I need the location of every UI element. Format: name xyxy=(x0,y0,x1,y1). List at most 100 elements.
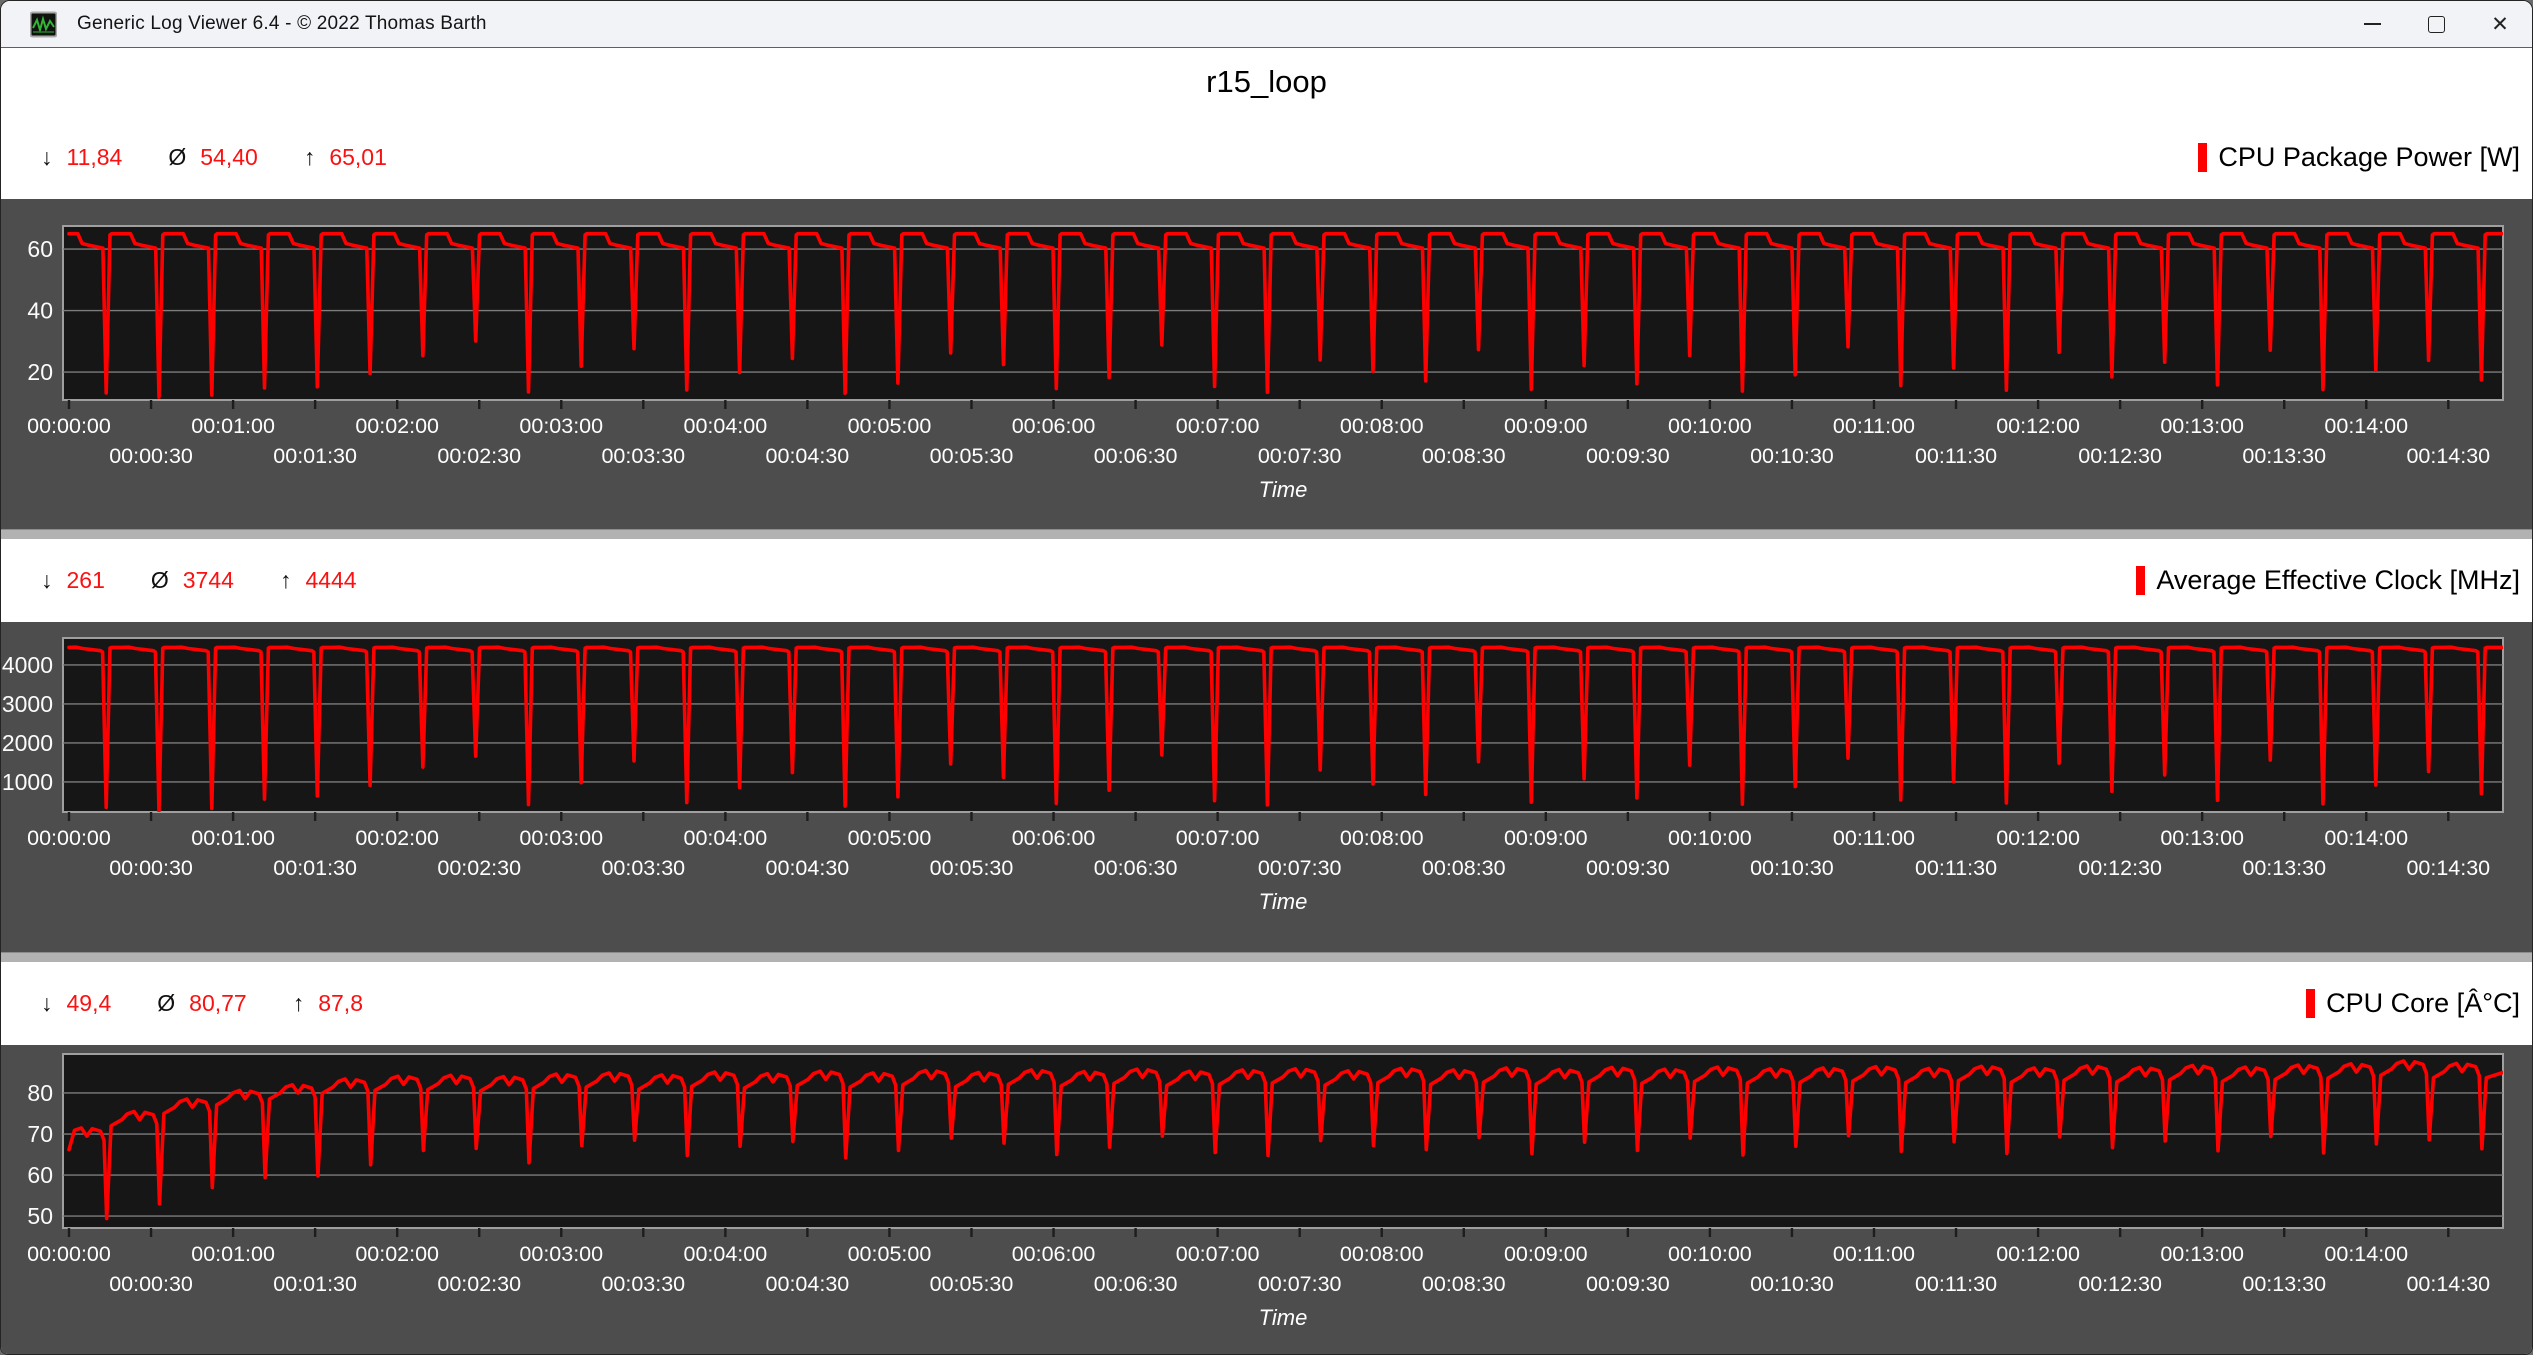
chart-section-clock: ↓ 261 Ø 3744 ↑ 4444 Average Effective Cl… xyxy=(1,539,2532,952)
svg-text:00:03:00: 00:03:00 xyxy=(519,414,603,438)
legend-color-bar xyxy=(2136,566,2145,595)
maximize-button[interactable] xyxy=(2404,1,2468,47)
svg-text:00:07:00: 00:07:00 xyxy=(1176,826,1260,850)
series-label: CPU Core [Â°C] xyxy=(2306,988,2520,1019)
svg-text:40: 40 xyxy=(27,298,53,324)
max-value: 65,01 xyxy=(329,144,387,171)
series-label: Average Effective Clock [MHz] xyxy=(2136,565,2520,596)
min-value: 261 xyxy=(67,567,105,594)
svg-text:00:01:00: 00:01:00 xyxy=(191,826,275,850)
svg-text:00:03:30: 00:03:30 xyxy=(601,1272,685,1296)
svg-text:80: 80 xyxy=(27,1080,53,1106)
svg-text:00:12:00: 00:12:00 xyxy=(1996,826,2080,850)
svg-text:50: 50 xyxy=(27,1203,53,1229)
minimize-button[interactable] xyxy=(2340,1,2404,47)
svg-text:00:00:00: 00:00:00 xyxy=(27,414,111,438)
svg-text:00:05:00: 00:05:00 xyxy=(848,414,932,438)
svg-text:00:02:30: 00:02:30 xyxy=(437,856,521,880)
svg-text:00:00:30: 00:00:30 xyxy=(109,1272,193,1296)
svg-text:00:07:30: 00:07:30 xyxy=(1258,1272,1342,1296)
svg-text:00:10:30: 00:10:30 xyxy=(1750,1272,1834,1296)
svg-text:00:14:00: 00:14:00 xyxy=(2324,1242,2408,1266)
svg-text:00:06:30: 00:06:30 xyxy=(1094,444,1178,468)
svg-text:00:11:30: 00:11:30 xyxy=(1915,444,1997,468)
svg-text:00:00:30: 00:00:30 xyxy=(109,856,193,880)
window-title: Generic Log Viewer 6.4 - © 2022 Thomas B… xyxy=(77,13,487,35)
svg-text:00:00:00: 00:00:00 xyxy=(27,1242,111,1266)
series-title: Average Effective Clock [MHz] xyxy=(2156,565,2520,596)
svg-text:00:14:00: 00:14:00 xyxy=(2324,826,2408,850)
svg-text:00:08:00: 00:08:00 xyxy=(1340,1242,1424,1266)
svg-text:00:09:30: 00:09:30 xyxy=(1586,444,1670,468)
svg-text:00:12:30: 00:12:30 xyxy=(2078,856,2162,880)
avg-value: 3744 xyxy=(183,567,234,594)
min-arrow-icon: ↓ xyxy=(41,990,53,1017)
svg-text:00:08:30: 00:08:30 xyxy=(1422,856,1506,880)
svg-text:00:06:00: 00:06:00 xyxy=(1012,414,1096,438)
svg-text:00:11:30: 00:11:30 xyxy=(1915,1272,1997,1296)
svg-text:00:12:00: 00:12:00 xyxy=(1996,414,2080,438)
svg-text:Time: Time xyxy=(1259,1305,1308,1330)
svg-text:00:01:00: 00:01:00 xyxy=(191,1242,275,1266)
svg-text:00:04:30: 00:04:30 xyxy=(766,444,850,468)
chart-plot-clock[interactable]: 400030002000100000:00:0000:01:0000:02:00… xyxy=(1,622,2532,952)
svg-text:00:05:30: 00:05:30 xyxy=(930,1272,1014,1296)
minimize-icon xyxy=(2364,23,2381,25)
svg-text:00:12:00: 00:12:00 xyxy=(1996,1242,2080,1266)
series-label: CPU Package Power [W] xyxy=(2198,142,2520,173)
chart-plot-power[interactable]: 60402000:00:0000:01:0000:02:0000:03:0000… xyxy=(1,199,2532,529)
svg-text:00:13:00: 00:13:00 xyxy=(2160,1242,2244,1266)
chart-plot-temp[interactable]: 8070605000:00:0000:01:0000:02:0000:03:00… xyxy=(1,1045,2532,1355)
svg-text:Time: Time xyxy=(1259,889,1308,914)
max-arrow-icon: ↑ xyxy=(280,567,292,594)
info-row-temp: ↓ 49,4 Ø 80,77 ↑ 87,8 CPU Core [Â°C] xyxy=(1,962,2532,1045)
svg-text:00:09:00: 00:09:00 xyxy=(1504,826,1588,850)
svg-text:00:10:00: 00:10:00 xyxy=(1668,414,1752,438)
svg-text:20: 20 xyxy=(27,359,53,385)
svg-text:00:02:00: 00:02:00 xyxy=(355,826,439,850)
svg-text:00:04:30: 00:04:30 xyxy=(766,856,850,880)
svg-text:00:02:00: 00:02:00 xyxy=(355,414,439,438)
svg-text:00:12:30: 00:12:30 xyxy=(2078,1272,2162,1296)
svg-text:60: 60 xyxy=(27,236,53,262)
stats-row: ↓ 49,4 Ø 80,77 ↑ 87,8 xyxy=(41,990,363,1017)
svg-text:00:04:30: 00:04:30 xyxy=(766,1272,850,1296)
stats-row: ↓ 11,84 Ø 54,40 ↑ 65,01 xyxy=(41,144,387,171)
svg-text:00:08:00: 00:08:00 xyxy=(1340,414,1424,438)
svg-text:00:04:00: 00:04:00 xyxy=(684,1242,768,1266)
avg-icon: Ø xyxy=(151,567,169,594)
svg-text:3000: 3000 xyxy=(2,691,53,717)
max-arrow-icon: ↑ xyxy=(304,144,316,171)
svg-text:00:02:30: 00:02:30 xyxy=(437,1272,521,1296)
titlebar: Generic Log Viewer 6.4 - © 2022 Thomas B… xyxy=(1,1,2532,48)
chart-section-power: ↓ 11,84 Ø 54,40 ↑ 65,01 CPU Package Powe… xyxy=(1,116,2532,529)
app-icon xyxy=(30,11,57,38)
min-arrow-icon: ↓ xyxy=(41,144,53,171)
svg-text:00:09:30: 00:09:30 xyxy=(1586,1272,1670,1296)
svg-text:Time: Time xyxy=(1259,477,1308,502)
svg-text:60: 60 xyxy=(27,1162,53,1188)
page-title: r15_loop xyxy=(1,48,2532,116)
series-title: CPU Package Power [W] xyxy=(2218,142,2520,173)
svg-text:00:05:00: 00:05:00 xyxy=(848,1242,932,1266)
max-value: 87,8 xyxy=(318,990,363,1017)
svg-text:00:05:30: 00:05:30 xyxy=(930,856,1014,880)
svg-text:00:00:30: 00:00:30 xyxy=(109,444,193,468)
svg-text:00:04:00: 00:04:00 xyxy=(684,826,768,850)
svg-text:00:07:00: 00:07:00 xyxy=(1176,414,1260,438)
close-button[interactable]: ✕ xyxy=(2468,1,2532,47)
max-value: 4444 xyxy=(305,567,356,594)
svg-text:00:09:30: 00:09:30 xyxy=(1586,856,1670,880)
svg-text:00:13:30: 00:13:30 xyxy=(2242,444,2326,468)
svg-text:00:14:30: 00:14:30 xyxy=(2406,856,2490,880)
svg-text:00:03:00: 00:03:00 xyxy=(519,826,603,850)
svg-text:00:11:30: 00:11:30 xyxy=(1915,856,1997,880)
svg-text:00:06:00: 00:06:00 xyxy=(1012,1242,1096,1266)
min-value: 11,84 xyxy=(67,144,123,171)
svg-text:2000: 2000 xyxy=(2,730,53,756)
svg-text:00:01:30: 00:01:30 xyxy=(273,1272,357,1296)
svg-text:00:10:00: 00:10:00 xyxy=(1668,1242,1752,1266)
avg-value: 80,77 xyxy=(189,990,247,1017)
svg-text:00:13:00: 00:13:00 xyxy=(2160,414,2244,438)
svg-text:00:03:30: 00:03:30 xyxy=(601,444,685,468)
